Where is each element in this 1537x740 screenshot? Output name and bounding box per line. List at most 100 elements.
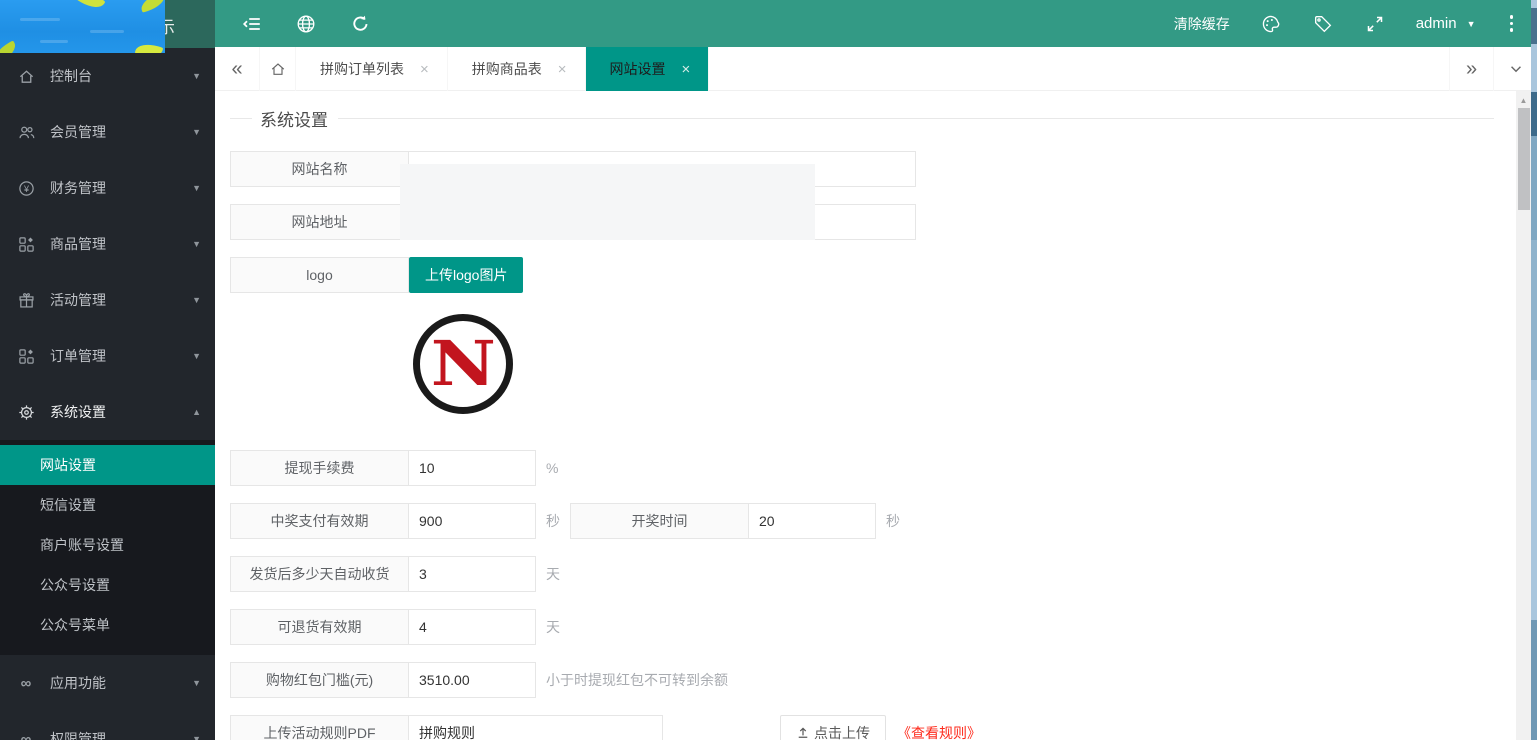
close-icon[interactable]: × (682, 61, 691, 78)
tab-group-order-list[interactable]: 拼购订单列表 × (296, 47, 448, 91)
withdraw-fee-input[interactable] (409, 450, 536, 486)
tabbar: « 拼购订单列表 × 拼购商品表 × 网站设置 × » (215, 47, 1537, 91)
home-icon (17, 67, 35, 85)
upload-logo-button[interactable]: 上传logo图片 (409, 257, 523, 293)
sidebar-item-label: 财务管理 (50, 178, 106, 198)
vertical-scrollbar[interactable]: ▲ (1516, 91, 1531, 740)
return-period-row: 可退货有效期 天 (230, 609, 570, 645)
sidebar-item-members[interactable]: 会员管理 ▼ (0, 104, 215, 160)
return-period-unit: 天 (536, 609, 570, 645)
submenu-item-sms-settings[interactable]: 短信设置 (0, 485, 215, 525)
auto-receive-unit: 天 (536, 556, 570, 592)
sidebar-item-label: 系统设置 (50, 402, 106, 422)
site-name-label: 网站名称 (230, 151, 409, 187)
redpacket-threshold-hint: 小于时提现红包不可转到余额 (536, 662, 728, 698)
users-icon (17, 123, 35, 141)
home-tab[interactable] (260, 47, 296, 91)
sidebar-item-label: 权限管理 (50, 729, 106, 740)
redpacket-threshold-row: 购物红包门槛(元) 小于时提现红包不可转到余额 (230, 662, 728, 698)
rules-pdf-input[interactable] (409, 715, 663, 740)
collapse-menu-icon[interactable] (241, 13, 263, 35)
win-pay-period-row: 中奖支付有效期 秒 开奖时间 秒 (230, 503, 910, 539)
infinity-icon: ∞ (17, 674, 35, 692)
rules-pdf-row: 上传活动规则PDF 点击上传 《查看规则》 (230, 715, 981, 740)
sidebar-item-label: 活动管理 (50, 290, 106, 310)
auto-receive-label: 发货后多少天自动收货 (230, 556, 409, 592)
upload-pdf-button-label: 点击上传 (814, 723, 870, 740)
chevron-down-icon: ▼ (192, 734, 201, 740)
goods-grid-icon (17, 235, 35, 253)
win-pay-period-label: 中奖支付有效期 (230, 503, 409, 539)
sidebar-item-permissions[interactable]: ∞ 权限管理 ▼ (0, 711, 215, 740)
chevron-down-icon: ▼ (192, 127, 201, 137)
sidebar-item-label: 商品管理 (50, 234, 106, 254)
sidebar-item-finance[interactable]: ¥ 财务管理 ▼ (0, 160, 215, 216)
sidebar-item-dashboard[interactable]: 控制台 ▼ (0, 48, 215, 104)
sidebar-logo-bar: 示 (0, 0, 215, 48)
scrollbar-thumb[interactable] (1518, 108, 1530, 210)
sidebar-item-system-settings[interactable]: 系统设置 ▲ (0, 384, 215, 440)
tabs-scroll-left-icon[interactable]: « (215, 47, 260, 91)
chevron-up-icon: ▲ (192, 407, 201, 417)
upload-pdf-button[interactable]: 点击上传 (780, 715, 886, 740)
submenu-item-official-account[interactable]: 公众号设置 (0, 565, 215, 605)
submenu-item-merchant-account[interactable]: 商户账号设置 (0, 525, 215, 565)
sidebar-item-label: 订单管理 (50, 346, 106, 366)
svg-text:¥: ¥ (23, 183, 29, 193)
view-rules-link[interactable]: 《查看规则》 (897, 715, 981, 740)
tab-label: 拼购订单列表 (320, 59, 404, 79)
kebab-menu-icon[interactable] (1506, 15, 1518, 32)
clear-cache-button[interactable]: 清除缓存 (1174, 14, 1230, 34)
sidebar-item-orders[interactable]: 订单管理 ▼ (0, 328, 215, 384)
return-period-input[interactable] (409, 609, 536, 645)
logo-row: logo 上传logo图片 (230, 257, 523, 293)
gift-icon (17, 291, 35, 309)
return-period-label: 可退货有效期 (230, 609, 409, 645)
tab-site-settings[interactable]: 网站设置 × (586, 47, 710, 91)
tabs-scroll-right-icon[interactable]: » (1449, 47, 1493, 91)
tab-label: 拼购商品表 (472, 59, 542, 79)
logo-preview-image: N (413, 314, 513, 414)
tab-group-goods-table[interactable]: 拼购商品表 × (448, 47, 586, 91)
globe-icon[interactable] (295, 13, 317, 35)
section-header: 系统设置 (230, 106, 1494, 130)
redaction-overlay (400, 164, 815, 240)
fullscreen-icon[interactable] (1364, 13, 1386, 35)
submenu-item-official-menu[interactable]: 公众号菜单 (0, 605, 215, 645)
finance-yen-icon: ¥ (17, 179, 35, 197)
draw-time-label: 开奖时间 (570, 503, 749, 539)
submenu-item-site-settings[interactable]: 网站设置 (0, 445, 215, 485)
chevron-down-icon: ▼ (192, 678, 201, 688)
redpacket-threshold-input[interactable] (409, 662, 536, 698)
sidebar-item-activities[interactable]: 活动管理 ▼ (0, 272, 215, 328)
chevron-down-icon: ▼ (1467, 19, 1476, 29)
chevron-down-icon: ▼ (192, 71, 201, 81)
site-logo-image (0, 0, 165, 53)
withdraw-fee-row: 提现手续费 % (230, 450, 570, 486)
tag-icon[interactable] (1312, 13, 1334, 35)
auto-receive-input[interactable] (409, 556, 536, 592)
win-pay-period-input[interactable] (409, 503, 536, 539)
win-pay-period-unit: 秒 (536, 503, 570, 539)
chevron-down-icon: ▼ (192, 295, 201, 305)
username: admin (1416, 15, 1457, 32)
draw-time-input[interactable] (749, 503, 876, 539)
sidebar-item-label: 控制台 (50, 66, 92, 86)
withdraw-fee-label: 提现手续费 (230, 450, 409, 486)
close-icon[interactable]: × (420, 61, 429, 78)
sidebar-item-goods[interactable]: 商品管理 ▼ (0, 216, 215, 272)
refresh-icon[interactable] (349, 13, 371, 35)
page-title: 系统设置 (260, 106, 328, 131)
infinity-icon: ∞ (17, 730, 35, 740)
redpacket-threshold-label: 购物红包门槛(元) (230, 662, 409, 698)
upload-icon (796, 726, 810, 740)
close-icon[interactable]: × (558, 61, 567, 78)
sidebar-item-app-functions[interactable]: ∞ 应用功能 ▼ (0, 655, 215, 711)
topbar: 清除缓存 admin ▼ (215, 0, 1537, 47)
chevron-down-icon: ▼ (192, 183, 201, 193)
tab-label: 网站设置 (610, 59, 666, 79)
palette-icon[interactable] (1260, 13, 1282, 35)
rules-pdf-label: 上传活动规则PDF (230, 715, 409, 740)
user-menu[interactable]: admin ▼ (1416, 15, 1476, 32)
scrollbar-up-icon[interactable]: ▲ (1516, 93, 1531, 107)
